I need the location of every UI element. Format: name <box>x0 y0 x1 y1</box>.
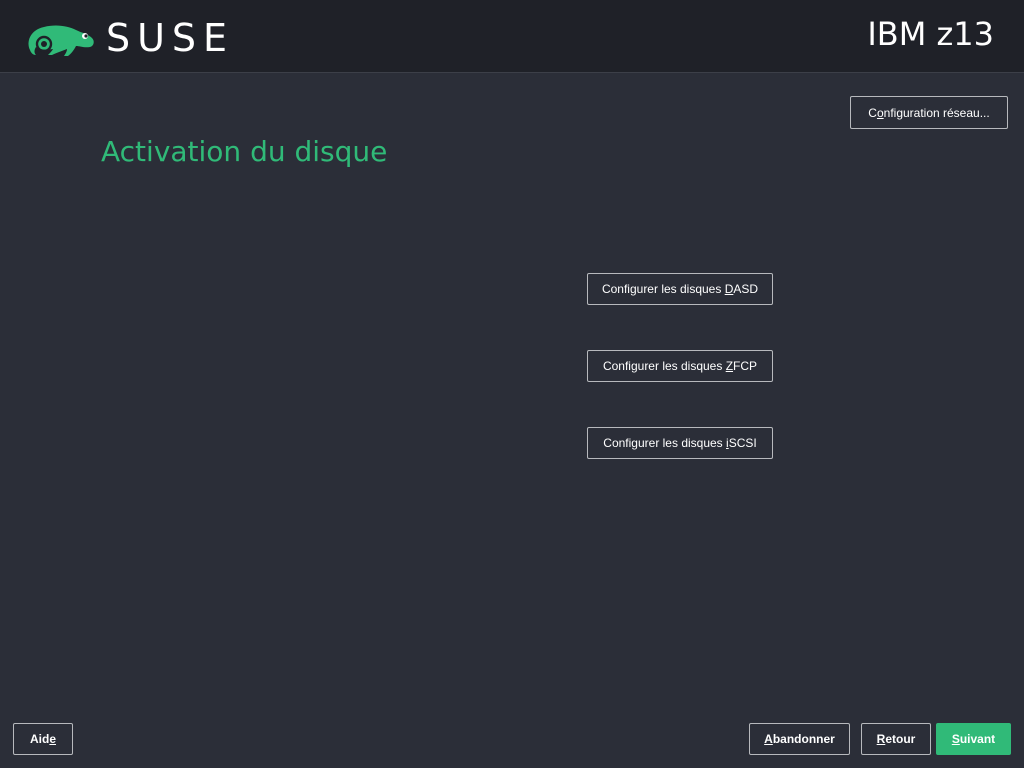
abort-button[interactable]: Abandonner <box>749 723 850 755</box>
next-button[interactable]: Suivant <box>936 723 1011 755</box>
button-label-pre: Configurer les disques <box>602 359 726 373</box>
button-mnemonic: S <box>951 732 960 746</box>
button-label-post: bandonner <box>772 732 835 746</box>
configure-dasd-button[interactable]: Configurer les disques D ASD <box>587 273 773 305</box>
configure-iscsi-button[interactable]: Configurer les disques i SCSI <box>587 427 773 459</box>
button-mnemonic: Z <box>725 359 734 373</box>
header-bar: SUSE IBM z13 <box>0 0 1024 73</box>
button-label-pre: Aid <box>29 732 50 746</box>
network-config-button[interactable]: Co nfiguration réseau... <box>850 96 1008 129</box>
button-label-pre: C <box>868 105 877 120</box>
button-label-pre: Configurer les disques <box>603 436 727 450</box>
help-button[interactable]: Aid e <box>13 723 73 755</box>
button-label-post: ASD <box>733 282 759 296</box>
configure-zfcp-button[interactable]: Configurer les disques Z FCP <box>587 350 773 382</box>
button-mnemonic: R <box>876 732 886 746</box>
button-mnemonic: D <box>724 282 734 296</box>
page-title: Activation du disque <box>101 135 388 168</box>
machine-name: IBM z13 <box>867 15 994 53</box>
back-button[interactable]: Retour <box>861 723 931 755</box>
button-label-post: FCP <box>733 359 758 373</box>
brand-name: SUSE <box>106 16 235 60</box>
button-label-post: SCSI <box>728 436 757 450</box>
button-label-pre: Configurer les disques <box>601 282 725 296</box>
button-mnemonic: A <box>764 732 773 746</box>
button-mnemonic: o <box>876 105 884 120</box>
button-label-post: nfiguration réseau... <box>883 105 990 120</box>
suse-chameleon-icon <box>28 25 94 56</box>
button-label-post: etour <box>885 732 916 746</box>
button-mnemonic: e <box>49 732 57 746</box>
button-label-post: uivant <box>959 732 996 746</box>
